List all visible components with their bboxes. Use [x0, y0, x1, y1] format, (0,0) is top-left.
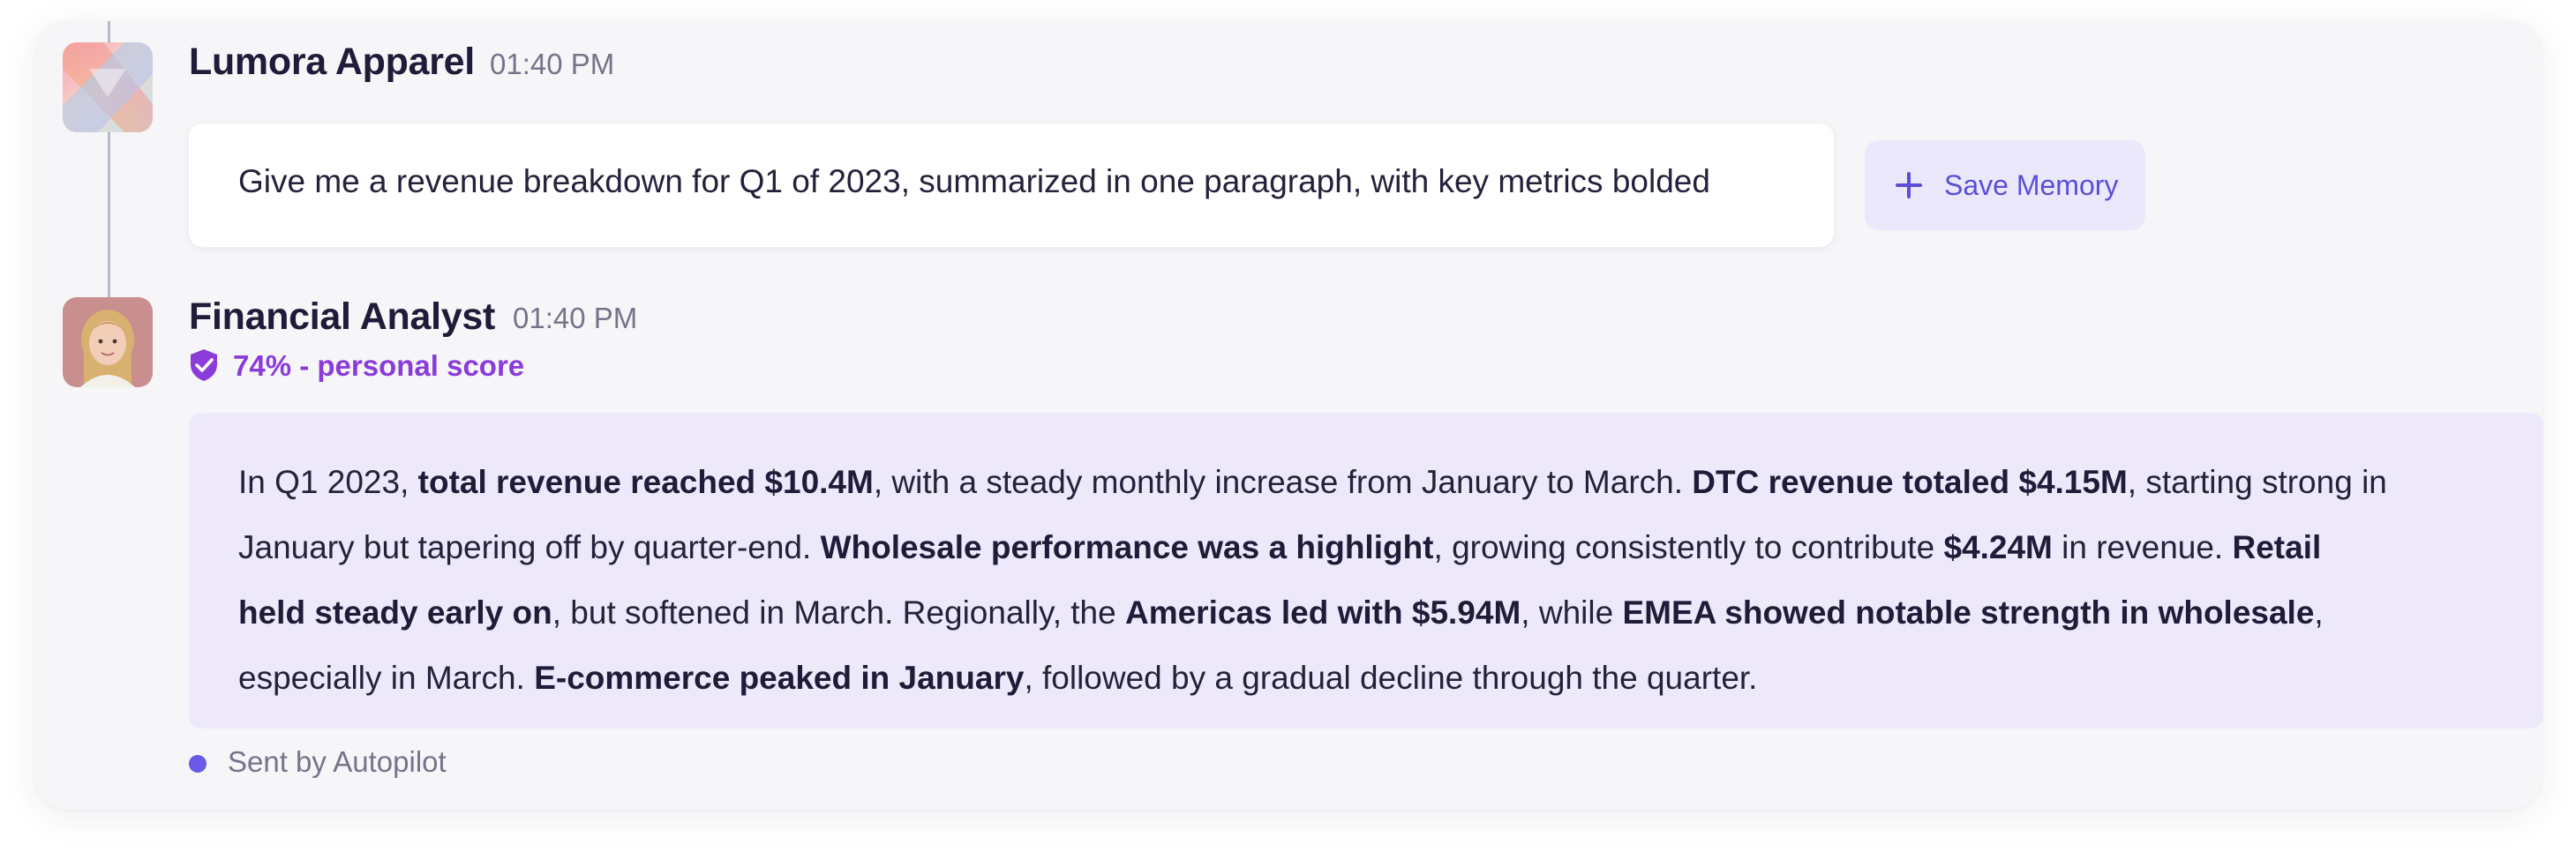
message-line: especially in March. E-commerce peaked i… [238, 660, 1758, 696]
assistant-message-text: In Q1 2023, total revenue reached $10.4M… [238, 450, 2533, 711]
assistant-message-bubble: In Q1 2023, total revenue reached $10.4M… [189, 413, 2543, 729]
user-message-text: Give me a revenue breakdown for Q1 of 20… [238, 163, 1710, 199]
sender-name: Lumora Apparel [189, 41, 475, 83]
user-message-bubble: Give me a revenue breakdown for Q1 of 20… [189, 123, 1834, 247]
plus-icon [1896, 172, 1922, 198]
brand-avatar-icon [63, 42, 153, 132]
analyst-avatar [63, 297, 153, 387]
message-line: held steady early on, but softened in Ma… [238, 594, 2324, 631]
message-line: January but tapering off by quarter-end.… [238, 529, 2322, 565]
message-time: 01:40 PM [490, 48, 615, 80]
assistant-time: 01:40 PM [513, 302, 638, 334]
save-memory-button[interactable]: Save Memory [1865, 140, 2145, 230]
save-memory-label: Save Memory [1944, 169, 2119, 201]
shield-check-icon [191, 349, 217, 381]
message-line: In Q1 2023, total revenue reached $10.4M… [238, 464, 2387, 500]
personal-score-text: 74% - personal score [233, 349, 525, 382]
assistant-name: Financial Analyst [189, 295, 495, 338]
status-dot-icon [189, 755, 207, 773]
sent-status-text: Sent by Autopilot [228, 745, 447, 778]
